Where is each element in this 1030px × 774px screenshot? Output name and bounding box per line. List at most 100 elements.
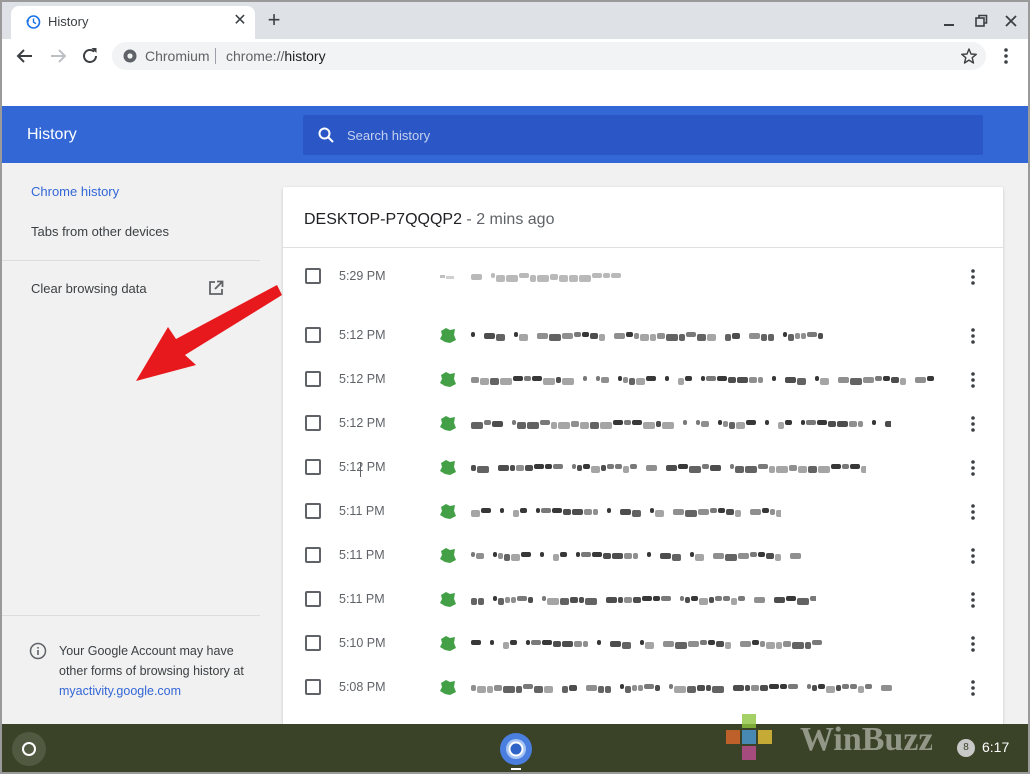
entry-time: 5:12 PM	[339, 372, 386, 386]
entry-time: 5:12 PM	[339, 460, 386, 474]
entry-title-redacted[interactable]	[471, 270, 621, 282]
google-account-note-text: Your Google Account may have other forms…	[59, 644, 244, 678]
sidebar-item-tabs-other-devices[interactable]: Tabs from other devices	[31, 224, 169, 239]
minimize-icon[interactable]	[940, 12, 958, 30]
search-icon	[318, 127, 334, 143]
search-box[interactable]	[303, 115, 983, 155]
entry-title-redacted[interactable]	[471, 637, 823, 649]
entry-time: 5:11 PM	[339, 592, 385, 606]
entry-title-redacted[interactable]	[471, 505, 781, 517]
history-entry[interactable]: 5:12 PM	[283, 402, 1003, 446]
device-name: DESKTOP-P7QQQP2	[304, 211, 462, 228]
entry-checkbox[interactable]	[305, 459, 321, 475]
search-input[interactable]	[347, 115, 967, 155]
info-icon	[29, 642, 47, 660]
new-tab-button[interactable]: +	[264, 9, 284, 31]
history-entry[interactable]: 5:12 PM	[283, 358, 1003, 402]
history-entry[interactable]: 5:12 PM	[283, 314, 1003, 358]
sidebar-divider	[2, 615, 260, 616]
site-favicon-icon	[440, 504, 456, 519]
site-favicon-icon	[440, 460, 456, 475]
address-bar[interactable]: Chromium chrome://history	[112, 42, 986, 70]
more-vert-icon[interactable]	[969, 501, 977, 523]
entry-time: 5:11 PM	[339, 504, 385, 518]
more-vert-icon[interactable]	[969, 457, 977, 479]
entry-title-redacted[interactable]	[471, 681, 899, 693]
entry-checkbox[interactable]	[305, 327, 321, 343]
forward-arrow-icon[interactable]	[47, 45, 69, 67]
entry-checkbox[interactable]	[305, 591, 321, 607]
more-vert-icon[interactable]	[969, 413, 977, 435]
entry-checkbox[interactable]	[305, 415, 321, 431]
entry-title-redacted[interactable]	[471, 373, 936, 385]
site-favicon-icon	[440, 636, 456, 651]
myactivity-link[interactable]: myactivity.google.com	[59, 684, 181, 698]
url-text: chrome://history	[226, 48, 326, 64]
clock[interactable]: 6:17	[982, 739, 1009, 755]
notification-badge[interactable]: 8	[957, 739, 975, 757]
entry-checkbox[interactable]	[305, 547, 321, 563]
omnibox-divider	[215, 48, 216, 64]
browser-window: History ✕ + Chromium chrome://history Hi…	[0, 0, 1030, 774]
tab-title: History	[48, 14, 89, 29]
chromium-site-icon	[123, 49, 137, 63]
url-path: history	[284, 48, 326, 64]
history-entry[interactable]: 5:11 PM	[283, 578, 1003, 622]
more-vert-icon[interactable]	[969, 266, 977, 288]
launcher-button[interactable]	[12, 732, 46, 766]
device-separator: -	[461, 211, 477, 228]
history-entry[interactable]: 5:12 PM	[283, 446, 1003, 490]
window-close-icon[interactable]	[1002, 12, 1020, 30]
entry-time: 5:11 PM	[339, 548, 385, 562]
history-header: History	[2, 106, 1028, 163]
more-vert-icon[interactable]	[996, 46, 1016, 66]
site-favicon-icon	[440, 592, 456, 607]
google-account-note: Your Google Account may have other forms…	[59, 641, 249, 701]
history-entry[interactable]: 5:10 PM	[283, 622, 1003, 666]
entry-time: 5:29 PM	[339, 269, 386, 283]
site-favicon-icon	[440, 328, 456, 343]
more-vert-icon[interactable]	[969, 633, 977, 655]
url-scheme: chrome://	[226, 48, 285, 64]
main-content: Chrome history Tabs from other devices C…	[2, 163, 1028, 747]
more-vert-icon[interactable]	[969, 677, 977, 699]
history-entry[interactable]: 5:29 PM	[283, 255, 1003, 299]
app-running-indicator	[511, 768, 521, 770]
card-header: DESKTOP-P7QQQP2 - 2 mins ago	[283, 187, 1003, 248]
sidebar-divider	[2, 260, 260, 261]
bookmark-star-icon[interactable]	[960, 47, 978, 65]
page-title: History	[27, 126, 77, 143]
entry-checkbox[interactable]	[305, 371, 321, 387]
tab-history[interactable]: History ✕	[11, 6, 255, 39]
back-arrow-icon[interactable]	[14, 45, 36, 67]
close-icon[interactable]: ✕	[231, 12, 249, 30]
reload-icon[interactable]	[79, 45, 101, 67]
entry-title-redacted[interactable]	[471, 461, 866, 473]
restore-icon[interactable]	[972, 12, 990, 30]
launcher-icon	[22, 742, 36, 756]
entry-title-redacted[interactable]	[471, 593, 816, 605]
entry-time: 5:10 PM	[339, 636, 386, 650]
more-vert-icon[interactable]	[969, 545, 977, 567]
history-entry[interactable]: 5:11 PM	[283, 534, 1003, 578]
history-entry[interactable]: 5:11 PM	[283, 490, 1003, 534]
entry-title-redacted[interactable]	[471, 549, 806, 561]
entry-checkbox[interactable]	[305, 268, 321, 284]
device-time-ago: 2 mins ago	[476, 211, 555, 228]
sidebar-item-clear-browsing-data[interactable]: Clear browsing data	[31, 281, 147, 296]
more-vert-icon[interactable]	[969, 589, 977, 611]
more-vert-icon[interactable]	[969, 325, 977, 347]
site-favicon-icon	[440, 416, 456, 431]
entry-title-redacted[interactable]	[471, 417, 891, 429]
site-favicon-icon	[440, 680, 456, 695]
more-vert-icon[interactable]	[969, 369, 977, 391]
entry-checkbox[interactable]	[305, 635, 321, 651]
entry-checkbox[interactable]	[305, 503, 321, 519]
entry-time: 5:12 PM	[339, 416, 386, 430]
entry-checkbox[interactable]	[305, 679, 321, 695]
sidebar-item-chrome-history[interactable]: Chrome history	[31, 184, 119, 199]
chromium-app-icon[interactable]	[499, 732, 533, 766]
site-favicon-icon	[440, 275, 454, 279]
annotation-arrow	[136, 285, 282, 381]
entry-title-redacted[interactable]	[471, 329, 831, 341]
